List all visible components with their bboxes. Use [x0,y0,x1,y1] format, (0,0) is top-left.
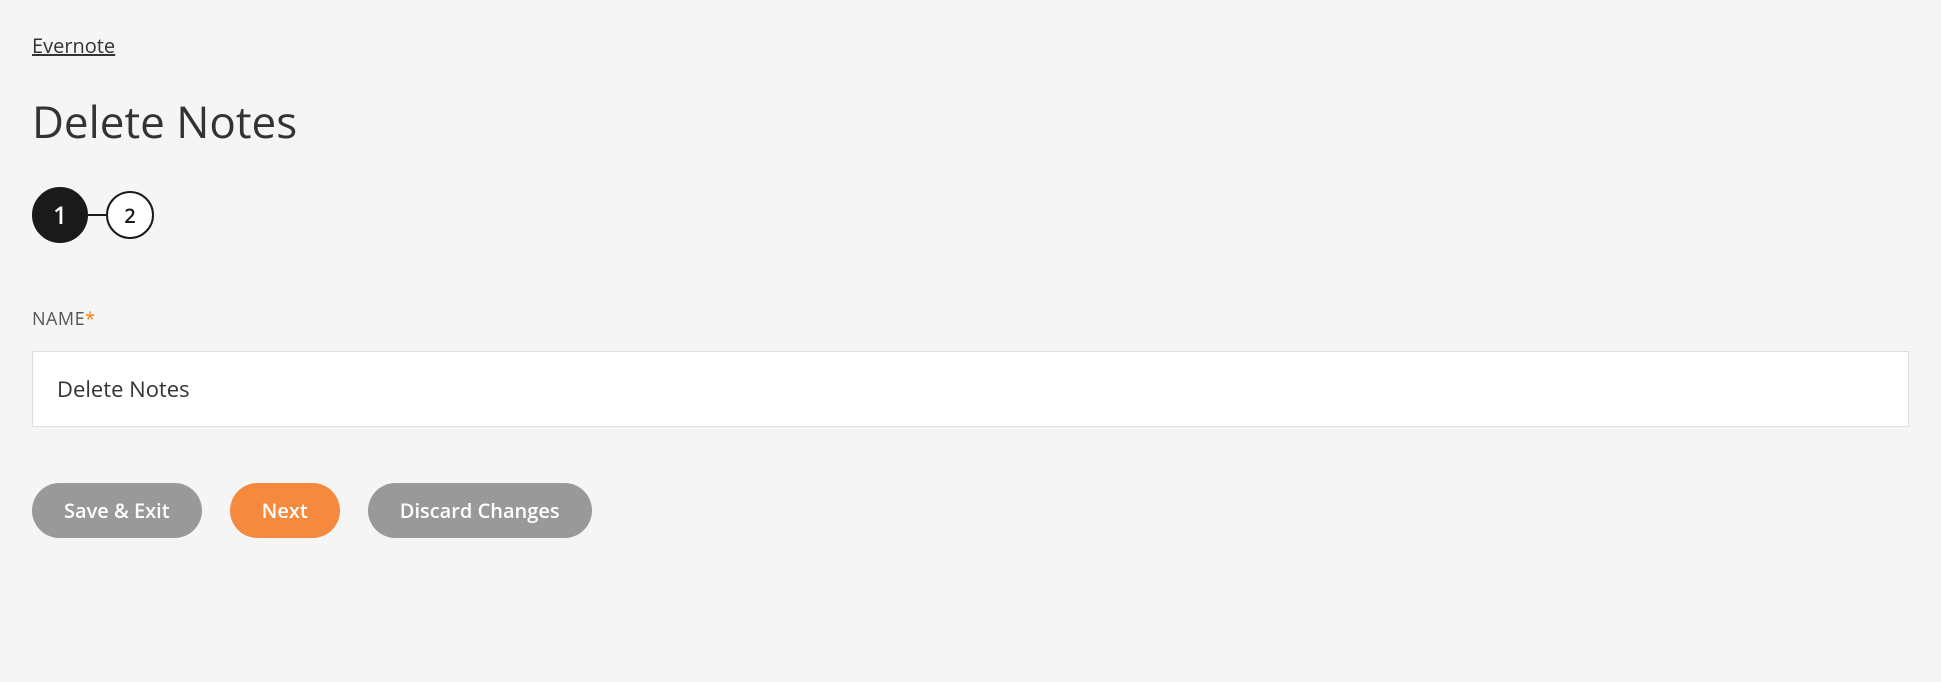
stepper: 1 2 [32,187,1909,243]
step-connector [88,214,106,216]
button-row: Save & Exit Next Discard Changes [32,483,1909,538]
save-exit-button[interactable]: Save & Exit [32,483,202,538]
step-1[interactable]: 1 [32,187,88,243]
name-label: NAME* [32,307,1909,331]
discard-button[interactable]: Discard Changes [368,483,592,538]
step-2[interactable]: 2 [106,191,154,239]
next-button[interactable]: Next [230,483,340,538]
breadcrumb-link[interactable]: Evernote [32,32,115,59]
name-field-group: NAME* [32,307,1909,427]
name-label-text: NAME [32,307,85,331]
page-title: Delete Notes [32,91,1909,151]
required-indicator: * [85,307,95,331]
name-input[interactable] [32,351,1909,427]
